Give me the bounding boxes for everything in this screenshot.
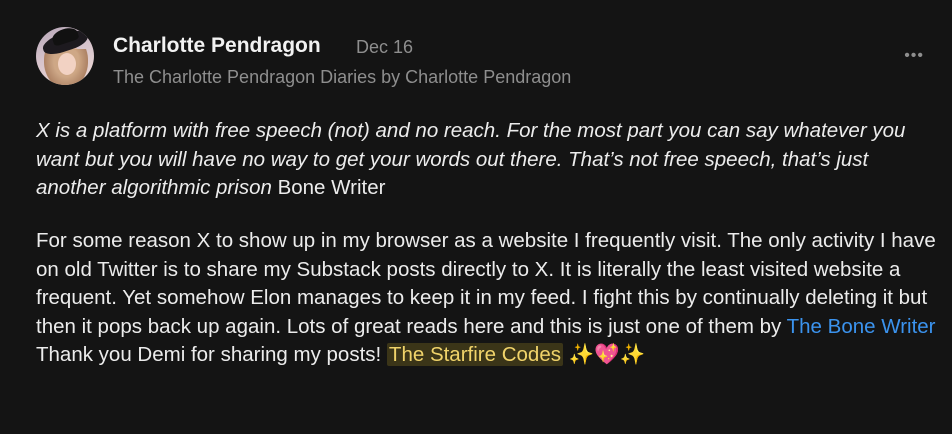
starfire-codes-mention[interactable]: The Starfire Codes <box>386 343 563 367</box>
avatar-face <box>58 53 76 75</box>
note-header: Charlotte Pendragon Dec 16 The Charlotte… <box>36 27 923 88</box>
quote-attribution: Bone Writer <box>271 176 386 200</box>
note-body: For some reason X to show up in my brows… <box>36 227 941 370</box>
author-name[interactable]: Charlotte Pendragon <box>113 34 321 58</box>
sparkle-heart-emoji: ✨💖✨ <box>562 343 646 367</box>
post-date[interactable]: Dec 16 <box>356 37 413 58</box>
more-options-icon[interactable]: ••• <box>904 47 924 65</box>
body-text-part-2: Thank you Demi for sharing my posts! <box>36 343 387 367</box>
quoted-text: X is a platform with free speech (not) a… <box>36 117 941 203</box>
avatar[interactable] <box>36 27 94 85</box>
bone-writer-link[interactable]: The Bone Writer <box>787 315 936 338</box>
publication-name[interactable]: The Charlotte Pendragon Diaries by Charl… <box>113 67 571 88</box>
quote-italic-text: X is a platform with free speech (not) a… <box>36 119 906 200</box>
